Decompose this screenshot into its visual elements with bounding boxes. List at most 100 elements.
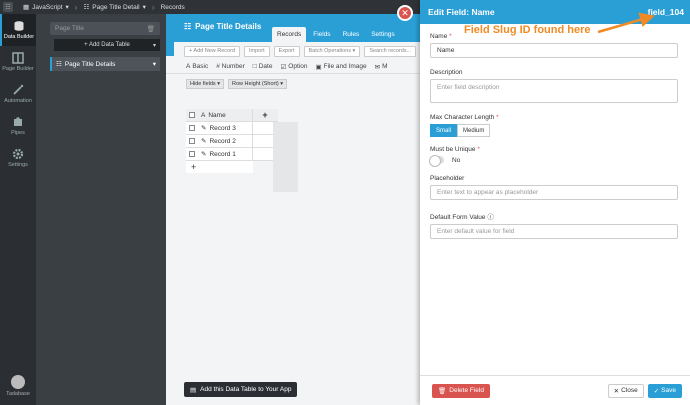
add-new-record-button[interactable]: + Add New Record xyxy=(184,45,241,57)
import-button[interactable]: Import xyxy=(244,45,270,57)
avatar xyxy=(11,375,25,389)
table-row[interactable]: ✎ Record 3 xyxy=(186,122,278,135)
row-name-cell[interactable]: ✎ Record 2 xyxy=(198,135,253,147)
name-input[interactable]: Name xyxy=(430,43,678,58)
chevron-down-icon: ▾ xyxy=(65,4,69,11)
default-value-input[interactable]: Enter default value for field xyxy=(430,224,678,239)
collapse-handle[interactable] xyxy=(166,42,174,56)
max-length-label: Max Character Length * xyxy=(430,114,499,121)
pencil-icon[interactable]: ✎ xyxy=(201,124,206,132)
tab-records[interactable]: Records xyxy=(272,27,307,42)
table-icon: ☷ xyxy=(56,61,62,68)
breadcrumb-page[interactable]: ☷ Page Title Detail ▾ xyxy=(77,3,151,12)
rail-item-settings[interactable]: Settings xyxy=(0,142,36,174)
save-button[interactable]: ✓ Save xyxy=(647,383,682,398)
trash-icon: 🗑 xyxy=(146,25,155,33)
user-menu[interactable]: Tadabase xyxy=(0,375,36,397)
field-type-file-image[interactable]: ▣ File and Image xyxy=(315,63,366,71)
row-checkbox[interactable] xyxy=(186,135,198,147)
edit-field-panel: Edit Field: Name field_104 Name * Name D… xyxy=(420,0,690,405)
close-icon: ✕ xyxy=(401,7,409,18)
tab-fields[interactable]: Fields xyxy=(308,27,335,42)
placeholder-input[interactable]: Enter text to appear as placeholder xyxy=(430,185,678,200)
column-header-name[interactable]: A Name xyxy=(198,109,253,121)
table-icon: ☷ xyxy=(83,4,90,11)
monitor-icon: ▤ xyxy=(190,386,197,394)
hide-fields-button[interactable]: Hide fields ▾ xyxy=(186,79,224,89)
unique-label: Must be Unique * xyxy=(430,146,480,153)
unique-toggle-value: No xyxy=(452,156,461,164)
pencil-icon[interactable]: ✎ xyxy=(201,137,206,145)
placeholder-label: Placeholder xyxy=(430,175,465,182)
help-icon[interactable]: ⓘ xyxy=(487,214,494,221)
close-panel-button[interactable]: ✕ xyxy=(397,5,413,21)
export-button[interactable]: Export xyxy=(273,45,300,57)
rail-item-automation[interactable]: Automation xyxy=(0,78,36,110)
row-checkbox[interactable] xyxy=(186,122,198,134)
main-content: ☷ Page Title Details Records Fields Rule… xyxy=(166,14,426,405)
chevron-down-icon: ▾ xyxy=(152,61,156,68)
unique-toggle-row: No xyxy=(429,155,680,167)
check-icon: ✓ xyxy=(653,387,660,395)
data-tables-sidebar: Page Title 🗑 + Add Data Table ▾ ☷ Page T… xyxy=(36,14,166,405)
table-row[interactable]: ✎ Record 1 xyxy=(186,148,278,161)
records-grid: A Name + ✎ Record 3 ✎ Record 2 ✎ Record 1 + xyxy=(186,109,298,192)
rail-item-data-builder[interactable]: Data Builder xyxy=(0,14,36,46)
row-name-cell[interactable]: ✎ Record 3 xyxy=(198,122,253,134)
panel-title: Edit Field: Name xyxy=(428,7,495,17)
row-name-cell[interactable]: ✎ Record 1 xyxy=(198,148,253,160)
add-row-button[interactable]: + xyxy=(186,161,253,173)
envelope-icon: ✉ xyxy=(374,63,381,71)
breadcrumb-app[interactable]: ▦ JavaScript ▾ xyxy=(17,3,75,12)
view-options-bar: Hide fields ▾ Row Height (Short) ▾ xyxy=(166,78,426,90)
field-slug: field_104 xyxy=(647,7,684,17)
page-title: ☷ Page Title Details xyxy=(184,22,262,31)
table-search-input[interactable]: Page Title 🗑 xyxy=(50,22,160,35)
grid-header-row: A Name + xyxy=(186,109,278,122)
add-data-table-button[interactable]: + Add Data Table ▾ xyxy=(54,39,160,51)
panel-footer: 🗑 Delete Field ✕ Close ✓ Save xyxy=(420,375,690,405)
chevron-down-icon: ▾ xyxy=(142,4,146,11)
max-length-small-option[interactable]: Small xyxy=(430,124,458,137)
field-type-more[interactable]: ✉ M xyxy=(375,63,388,71)
sidebar-item-page-title-details[interactable]: ☷ Page Title Details ▾ xyxy=(50,57,160,71)
description-textarea[interactable]: Enter field description xyxy=(430,79,678,103)
field-type-basic[interactable]: A Basic xyxy=(186,63,208,70)
calendar-icon: □ xyxy=(252,63,257,70)
tab-settings[interactable]: Settings xyxy=(366,27,400,42)
left-nav-rail: Data Builder Page Builder Automation Pip… xyxy=(0,14,36,405)
rail-item-page-builder[interactable]: Page Builder xyxy=(0,46,36,78)
select-all-checkbox[interactable] xyxy=(186,109,198,121)
row-checkbox[interactable] xyxy=(186,148,198,160)
table-row[interactable]: ✎ Record 2 xyxy=(186,135,278,148)
max-length-medium-option[interactable]: Medium xyxy=(457,124,491,137)
field-type-number[interactable]: # Number xyxy=(216,63,245,70)
records-toolbar: + Add New Record Import Export Batch Ope… xyxy=(166,42,426,60)
add-table-to-app-button[interactable]: ▤ Add this Data Table to Your App xyxy=(184,382,298,397)
rail-item-pipes[interactable]: Pipes xyxy=(0,110,36,142)
field-type-option[interactable]: ☑ Option xyxy=(280,63,307,71)
empty-column-area xyxy=(273,122,298,192)
database-icon: ☷ xyxy=(184,22,192,31)
batch-operations-button[interactable]: Batch Operations ▾ xyxy=(303,45,361,57)
close-icon: ✕ xyxy=(613,387,620,395)
tab-rules[interactable]: Rules xyxy=(338,27,365,42)
font-icon: A xyxy=(201,111,206,119)
app-icon: ▦ xyxy=(23,4,30,11)
row-height-button[interactable]: Row Height (Short) ▾ xyxy=(227,79,288,89)
unique-toggle[interactable] xyxy=(429,155,444,167)
breadcrumb-section[interactable]: Records xyxy=(155,4,191,11)
search-records-input[interactable]: Search records... xyxy=(364,45,417,57)
pencil-icon[interactable]: ✎ xyxy=(201,150,206,158)
table-header: ☷ Page Title Details Records Fields Rule… xyxy=(166,14,426,42)
image-icon: ▣ xyxy=(315,63,322,71)
gear-icon xyxy=(12,148,24,160)
panel-header: Edit Field: Name field_104 xyxy=(420,0,690,24)
field-type-date[interactable]: □ Date xyxy=(253,63,273,70)
add-column-button[interactable]: + xyxy=(253,109,277,121)
close-button[interactable]: ✕ Close xyxy=(607,383,644,398)
database-icon xyxy=(14,21,24,31)
checkbox-icon: ☑ xyxy=(280,63,287,71)
delete-field-button[interactable]: 🗑 Delete Field xyxy=(432,383,490,398)
magic-wand-icon xyxy=(13,84,24,95)
